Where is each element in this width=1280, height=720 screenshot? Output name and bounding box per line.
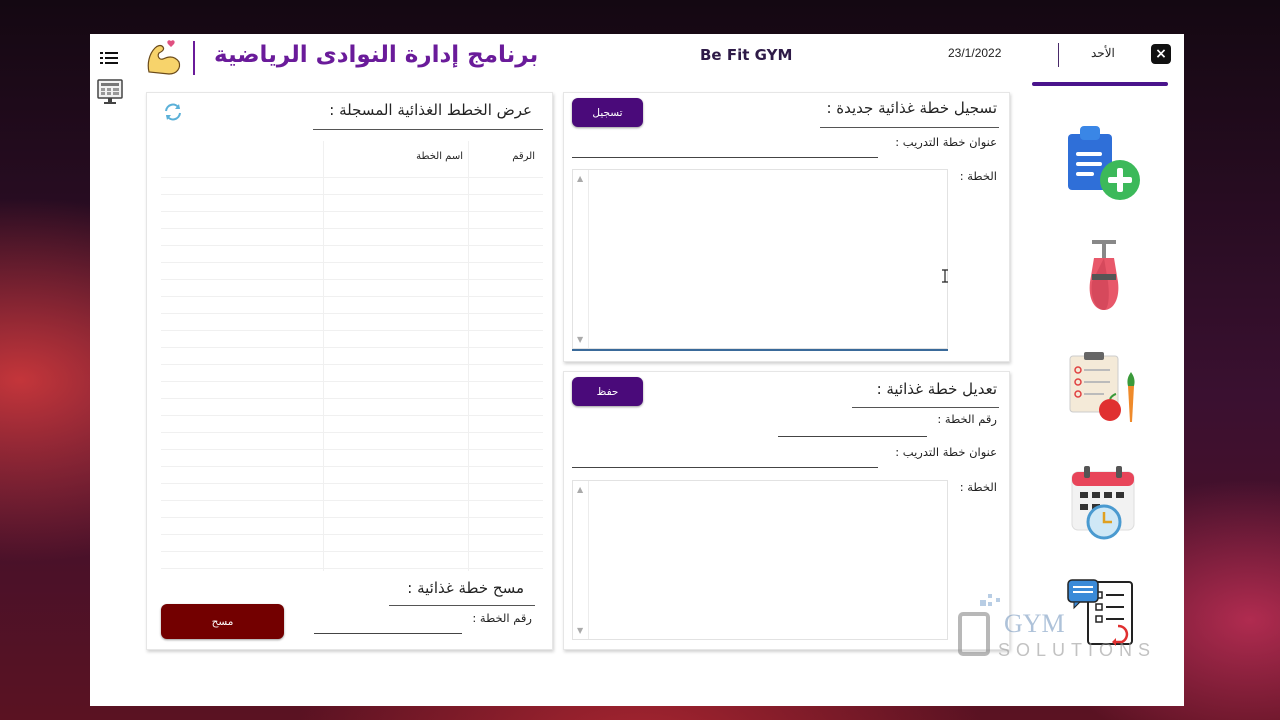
flexed-arm-logo-icon	[147, 40, 181, 75]
edit-number-label: رقم الخطة :	[937, 412, 997, 426]
add-clipboard-icon[interactable]	[1064, 124, 1144, 202]
register-title-label: عنوان خطة التدريب :	[895, 135, 997, 149]
column-header-number[interactable]: الرقم	[512, 151, 535, 162]
row-divider	[161, 500, 543, 501]
scroll-down-icon[interactable]: ▼	[577, 335, 583, 344]
register-plan-textarea[interactable]: ▲ ▼	[572, 169, 948, 349]
row-divider	[161, 279, 543, 280]
save-button[interactable]: حفظ	[572, 377, 643, 406]
row-divider	[161, 296, 543, 297]
register-plan-panel: تسجيل تسجيل خطة غذائية جديدة : عنوان خطة…	[563, 92, 1010, 362]
title-divider	[193, 41, 195, 75]
column-header-plan-name[interactable]: اسم الخطة	[416, 151, 463, 162]
refresh-icon[interactable]	[161, 101, 185, 123]
register-panel-heading: تسجيل خطة غذائية جديدة :	[826, 99, 997, 117]
row-divider	[161, 466, 543, 467]
punching-bag-icon[interactable]	[1082, 238, 1126, 314]
row-divider	[161, 398, 543, 399]
delete-number-input[interactable]	[314, 633, 462, 634]
watermark-line1: GYM	[1004, 609, 1065, 638]
row-divider	[161, 364, 543, 365]
column-divider	[323, 141, 324, 571]
menu-icon[interactable]	[100, 50, 118, 66]
row-divider	[161, 449, 543, 450]
edit-plan-panel: حفظ تعديل خطة غذائية : رقم الخطة : عنوان…	[563, 371, 1010, 650]
day-divider	[1058, 43, 1059, 67]
row-divider	[161, 245, 543, 246]
row-divider	[161, 228, 543, 229]
edit-panel-heading: تعديل خطة غذائية :	[876, 380, 997, 398]
row-divider	[161, 432, 543, 433]
scroll-up-icon[interactable]: ▲	[577, 485, 583, 494]
current-day: الأحد	[1091, 46, 1115, 60]
edit-heading-underline	[852, 407, 999, 408]
delete-panel-heading: مسح خطة غذائية :	[407, 579, 524, 597]
row-divider	[161, 568, 543, 569]
monitor-icon[interactable]	[96, 78, 124, 106]
register-button[interactable]: تسجيل	[572, 98, 643, 127]
edit-plan-textarea[interactable]: ▲ ▼	[572, 480, 948, 640]
text-cursor-icon	[942, 269, 948, 283]
scrollbar[interactable]: ▲ ▼	[573, 170, 589, 348]
row-divider	[161, 347, 543, 348]
row-divider	[161, 551, 543, 552]
row-divider	[161, 534, 543, 535]
calendar-clock-icon[interactable]	[1070, 464, 1136, 542]
close-button[interactable]: ×	[1151, 44, 1171, 64]
row-divider	[161, 211, 543, 212]
row-divider	[161, 517, 543, 518]
plans-table[interactable]: الرقم اسم الخطة	[161, 141, 543, 571]
row-divider	[161, 194, 543, 195]
delete-button[interactable]: مسح	[161, 604, 284, 639]
scroll-down-icon[interactable]: ▼	[577, 626, 583, 635]
row-divider	[161, 483, 543, 484]
register-plan-label: الخطة :	[959, 169, 997, 183]
table-header: الرقم اسم الخطة	[161, 141, 543, 177]
edit-title-label: عنوان خطة التدريب :	[895, 445, 997, 459]
active-tab-indicator	[1032, 82, 1168, 86]
register-heading-underline	[820, 127, 999, 128]
delete-number-label: رقم الخطة :	[472, 611, 532, 625]
gym-name: Be Fit GYM	[700, 46, 793, 64]
register-title-input[interactable]	[572, 157, 878, 158]
row-divider	[161, 415, 543, 416]
register-textarea-focus-line	[572, 349, 948, 351]
row-divider	[161, 177, 543, 178]
list-heading-underline	[313, 129, 543, 130]
app-window: برنامج إدارة النوادى الرياضية Be Fit GYM…	[90, 34, 1184, 706]
nutrition-plan-icon[interactable]	[1068, 352, 1140, 426]
column-divider	[468, 141, 469, 571]
watermark-line2: SOLUTIONS	[998, 640, 1156, 660]
row-divider	[161, 330, 543, 331]
row-divider	[161, 313, 543, 314]
app-title: برنامج إدارة النوادى الرياضية	[214, 42, 539, 68]
list-panel-heading: عرض الخطط الغذائية المسجلة :	[329, 101, 532, 119]
scroll-up-icon[interactable]: ▲	[577, 174, 583, 183]
edit-plan-label: الخطة :	[959, 480, 997, 494]
edit-title-input[interactable]	[572, 467, 878, 468]
row-divider	[161, 262, 543, 263]
delete-heading-underline	[389, 605, 535, 606]
scrollbar[interactable]: ▲ ▼	[573, 481, 589, 639]
gym-solutions-watermark: GYM SOLUTIONS	[958, 594, 1156, 660]
plans-list-panel: عرض الخطط الغذائية المسجلة : الرقم اسم ا…	[146, 92, 553, 650]
row-divider	[161, 381, 543, 382]
current-date: 23/1/2022	[948, 46, 1002, 60]
edit-number-input[interactable]	[778, 436, 927, 437]
